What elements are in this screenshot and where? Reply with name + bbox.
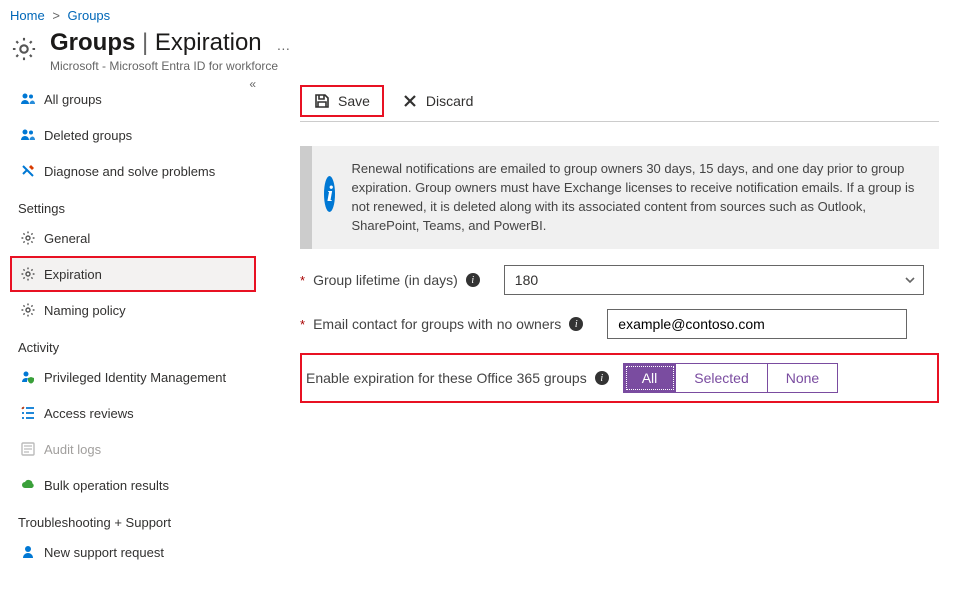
sidebar-section-activity: Activity bbox=[10, 328, 256, 359]
collapse-icon[interactable]: « bbox=[249, 77, 256, 91]
sidebar-item-diagnose[interactable]: Diagnose and solve problems bbox=[10, 153, 256, 189]
save-label: Save bbox=[338, 93, 370, 109]
email-label: Email contact for groups with no owners bbox=[313, 316, 561, 332]
overflow-menu[interactable]: … bbox=[268, 37, 291, 53]
people-icon bbox=[20, 91, 36, 107]
sidebar-item-access-reviews[interactable]: Access reviews bbox=[10, 395, 256, 431]
discard-label: Discard bbox=[426, 93, 473, 109]
lifetime-label: Group lifetime (in days) bbox=[313, 272, 458, 288]
enable-options: All Selected None bbox=[623, 363, 839, 393]
save-icon bbox=[314, 93, 330, 109]
breadcrumb: Home > Groups bbox=[0, 0, 959, 27]
required-indicator: * bbox=[300, 273, 305, 288]
form: * Group lifetime (in days) i 180 * Email… bbox=[300, 265, 939, 403]
sidebar-item-expiration[interactable]: Expiration bbox=[10, 256, 256, 292]
sidebar-label: Naming policy bbox=[44, 303, 126, 318]
info-icon[interactable]: i bbox=[466, 273, 480, 287]
sidebar-section-support: Troubleshooting + Support bbox=[10, 503, 256, 534]
person-shield-icon bbox=[20, 369, 36, 385]
info-icon: i bbox=[324, 176, 335, 212]
sidebar-item-naming-policy[interactable]: Naming policy bbox=[10, 292, 256, 328]
sidebar-item-general[interactable]: General bbox=[10, 220, 256, 256]
sidebar-label: Privileged Identity Management bbox=[44, 370, 226, 385]
page-subtitle: Microsoft - Microsoft Entra ID for workf… bbox=[50, 59, 291, 73]
sidebar-label: Expiration bbox=[44, 267, 102, 282]
sidebar-item-pim[interactable]: Privileged Identity Management bbox=[10, 359, 256, 395]
sidebar-label: General bbox=[44, 231, 90, 246]
sidebar-label: New support request bbox=[44, 545, 164, 560]
breadcrumb-groups[interactable]: Groups bbox=[68, 8, 111, 23]
sidebar-section-settings: Settings bbox=[10, 189, 256, 220]
required-indicator: * bbox=[300, 317, 305, 332]
people-icon bbox=[20, 127, 36, 143]
gear-icon bbox=[20, 230, 36, 246]
toolbar: Save Discard bbox=[300, 81, 939, 122]
enable-label: Enable expiration for these Office 365 g… bbox=[306, 370, 587, 386]
lifetime-select[interactable]: 180 bbox=[504, 265, 924, 295]
sidebar-label: Bulk operation results bbox=[44, 478, 169, 493]
sidebar-label: Access reviews bbox=[44, 406, 134, 421]
breadcrumb-home[interactable]: Home bbox=[10, 8, 45, 23]
option-selected[interactable]: Selected bbox=[676, 364, 767, 392]
info-icon[interactable]: i bbox=[595, 371, 609, 385]
sidebar-label: Deleted groups bbox=[44, 128, 132, 143]
email-input[interactable] bbox=[607, 309, 907, 339]
option-all[interactable]: All bbox=[624, 364, 677, 392]
page-title: Groups | Expiration … bbox=[50, 29, 291, 57]
option-none[interactable]: None bbox=[768, 364, 837, 392]
gear-icon bbox=[20, 266, 36, 282]
sidebar-item-new-support[interactable]: New support request bbox=[10, 534, 256, 570]
cloud-icon bbox=[20, 477, 36, 493]
discard-button[interactable]: Discard bbox=[388, 85, 487, 117]
sidebar-label: All groups bbox=[44, 92, 102, 107]
gear-icon bbox=[20, 302, 36, 318]
close-icon bbox=[402, 93, 418, 109]
notice-text: Renewal notifications are emailed to gro… bbox=[347, 146, 939, 249]
save-button[interactable]: Save bbox=[300, 85, 384, 117]
sidebar-label: Diagnose and solve problems bbox=[44, 164, 215, 179]
support-icon bbox=[20, 544, 36, 560]
wrench-icon bbox=[20, 163, 36, 179]
sidebar-label: Audit logs bbox=[44, 442, 101, 457]
notice-band bbox=[300, 146, 312, 249]
sidebar: « All groups Deleted groups Diagnose and… bbox=[0, 81, 260, 570]
checklist-icon bbox=[20, 405, 36, 421]
log-icon bbox=[20, 441, 36, 457]
sidebar-item-all-groups[interactable]: All groups bbox=[10, 81, 256, 117]
main-content: Save Discard i Renewal notifications are… bbox=[260, 81, 959, 570]
info-icon[interactable]: i bbox=[569, 317, 583, 331]
gear-icon bbox=[10, 35, 38, 63]
page-header: Groups | Expiration … Microsoft - Micros… bbox=[0, 27, 959, 81]
sidebar-item-audit-logs[interactable]: Audit logs bbox=[10, 431, 256, 467]
sidebar-item-deleted-groups[interactable]: Deleted groups bbox=[10, 117, 256, 153]
sidebar-item-bulk-results[interactable]: Bulk operation results bbox=[10, 467, 256, 503]
breadcrumb-separator: > bbox=[48, 8, 64, 23]
info-notice: i Renewal notifications are emailed to g… bbox=[300, 146, 939, 249]
